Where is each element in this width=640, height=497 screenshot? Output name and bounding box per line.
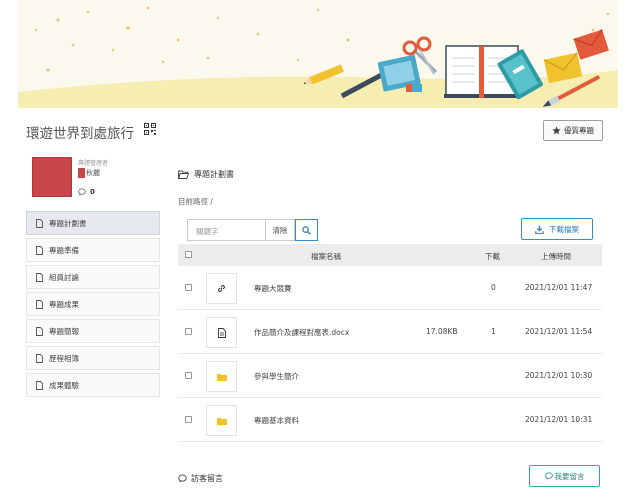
file-downloads: 1 <box>491 327 496 336</box>
header-upload-time: 上傳時間 <box>541 252 571 261</box>
file-icon <box>36 245 43 255</box>
user-name-row[interactable]: 秋麗 <box>78 168 100 178</box>
file-thumbnail[interactable] <box>206 361 237 392</box>
file-thumbnail[interactable] <box>206 405 237 436</box>
download-icon <box>535 224 544 234</box>
file-upload-time: 2021/12/01 11:47 <box>525 283 593 292</box>
file-upload-time: 2021/12/01 10:31 <box>525 415 593 424</box>
search-button[interactable] <box>295 219 318 241</box>
header-downloads: 下載 <box>485 252 500 261</box>
row-checkbox[interactable] <box>185 372 192 379</box>
sidebar-item-preparation[interactable]: 專題準備 <box>26 238 160 262</box>
file-icon <box>36 353 43 363</box>
sidebar-item-slides[interactable]: 專題簡報 <box>26 319 160 343</box>
file-name[interactable]: 參與學生簡介 <box>254 371 299 382</box>
sidebar-item-album[interactable]: 歷程相簿 <box>26 346 160 370</box>
leave-comment-label: 我要留言 <box>554 471 585 481</box>
breadcrumb: 目前路徑 / <box>178 197 213 206</box>
sidebar-item-discussion[interactable]: 組員討論 <box>26 265 160 289</box>
stationery-illustration <box>18 6 618 108</box>
file-icon <box>36 272 43 282</box>
select-all-checkbox[interactable] <box>185 251 192 258</box>
file-icon <box>36 299 43 309</box>
clear-button[interactable]: 清除 <box>266 219 295 241</box>
favorite-project-button[interactable]: 優質專題 <box>543 120 603 141</box>
star-icon <box>552 126 561 135</box>
search-input[interactable]: 關鍵字 <box>187 219 266 241</box>
file-thumbnail[interactable] <box>206 273 237 304</box>
folder-icon <box>216 417 227 425</box>
section-title-text: 專題計劃書 <box>194 170 234 179</box>
file-upload-time: 2021/12/01 10:30 <box>525 371 593 380</box>
sidebar-nav: 專題計劃書 專題準備 組員討論 專題成果 專題簡報 歷程相簿 成果體驗 <box>26 211 160 400</box>
table-header: 檔案名稱 下載 上傳時間 <box>178 244 602 266</box>
table-row[interactable]: 作品簡介及課程對應表.docx 17.08KB 1 2021/12/01 11:… <box>178 310 602 354</box>
file-size: 17.08KB <box>426 327 458 336</box>
sidebar-item-results[interactable]: 專題成果 <box>26 292 160 316</box>
file-table: 檔案名稱 下載 上傳時間 專題大競賽 0 2021/12/01 11:47 作品… <box>178 244 602 442</box>
table-row[interactable]: 專題大競賽 0 2021/12/01 11:47 <box>178 266 602 310</box>
link-icon <box>218 285 225 292</box>
leave-comment-button[interactable]: 我要留言 <box>529 465 600 487</box>
table-row[interactable]: 專題基本資料 2021/12/01 10:31 <box>178 398 602 442</box>
user-name: 秋麗 <box>86 169 100 177</box>
favorite-label: 優質專題 <box>564 126 594 135</box>
file-downloads: 0 <box>491 283 496 292</box>
file-icon <box>36 218 43 228</box>
guestbook-title: 訪客留言 <box>178 473 223 484</box>
qr-code-icon[interactable] <box>144 123 156 135</box>
comment-icon <box>178 474 187 483</box>
file-thumbnail[interactable] <box>206 317 237 348</box>
avatar <box>32 157 72 197</box>
guestbook-title-text: 訪客留言 <box>191 474 223 483</box>
section-title: 專題計劃書 <box>178 169 234 180</box>
sidebar-item-experience[interactable]: 成果體驗 <box>26 373 160 397</box>
file-upload-time: 2021/12/01 11:54 <box>525 327 593 336</box>
header-file-name: 檔案名稱 <box>311 252 341 261</box>
sidebar-item-label: 專題成果 <box>49 299 79 309</box>
file-name[interactable]: 專題基本資料 <box>254 415 299 426</box>
sidebar-item-label: 專題計劃書 <box>49 218 87 228</box>
row-checkbox[interactable] <box>185 416 192 423</box>
row-checkbox[interactable] <box>185 284 192 291</box>
folder-open-icon <box>178 170 189 179</box>
sidebar-item-label: 歷程相簿 <box>49 353 79 363</box>
comment-count-value: 0 <box>90 188 95 196</box>
user-role: 專題管理者 <box>78 160 109 167</box>
file-name[interactable]: 作品簡介及課程對應表.docx <box>254 327 349 338</box>
sidebar-item-label: 成果體驗 <box>49 380 79 390</box>
comment-icon <box>544 472 553 480</box>
search-icon <box>302 225 311 235</box>
file-icon <box>36 380 43 390</box>
row-checkbox[interactable] <box>185 328 192 335</box>
sidebar-item-proposal[interactable]: 專題計劃書 <box>26 211 160 235</box>
folder-icon <box>216 373 227 381</box>
sidebar-item-label: 專題準備 <box>49 245 79 255</box>
page-title: 環遊世界到處旅行 <box>26 126 134 142</box>
file-name[interactable]: 專題大競賽 <box>254 283 292 294</box>
file-icon <box>36 326 43 336</box>
header-banner <box>18 0 618 108</box>
sidebar-item-label: 組員討論 <box>49 272 79 282</box>
table-row[interactable]: 參與學生簡介 2021/12/01 10:30 <box>178 354 602 398</box>
comment-icon <box>78 188 86 196</box>
comment-count: 0 <box>78 188 95 196</box>
download-label: 下載檔案 <box>549 224 579 234</box>
document-icon <box>217 327 226 338</box>
download-files-button[interactable]: 下載檔案 <box>521 218 593 240</box>
sidebar-item-label: 專題簡報 <box>49 326 79 336</box>
user-color-chip <box>78 168 85 178</box>
